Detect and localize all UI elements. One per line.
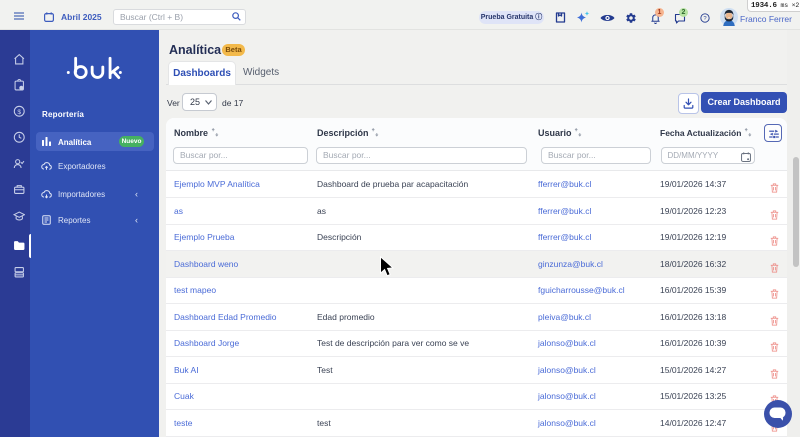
svg-text:?: ?	[703, 16, 707, 22]
svg-text:$: $	[17, 109, 21, 116]
